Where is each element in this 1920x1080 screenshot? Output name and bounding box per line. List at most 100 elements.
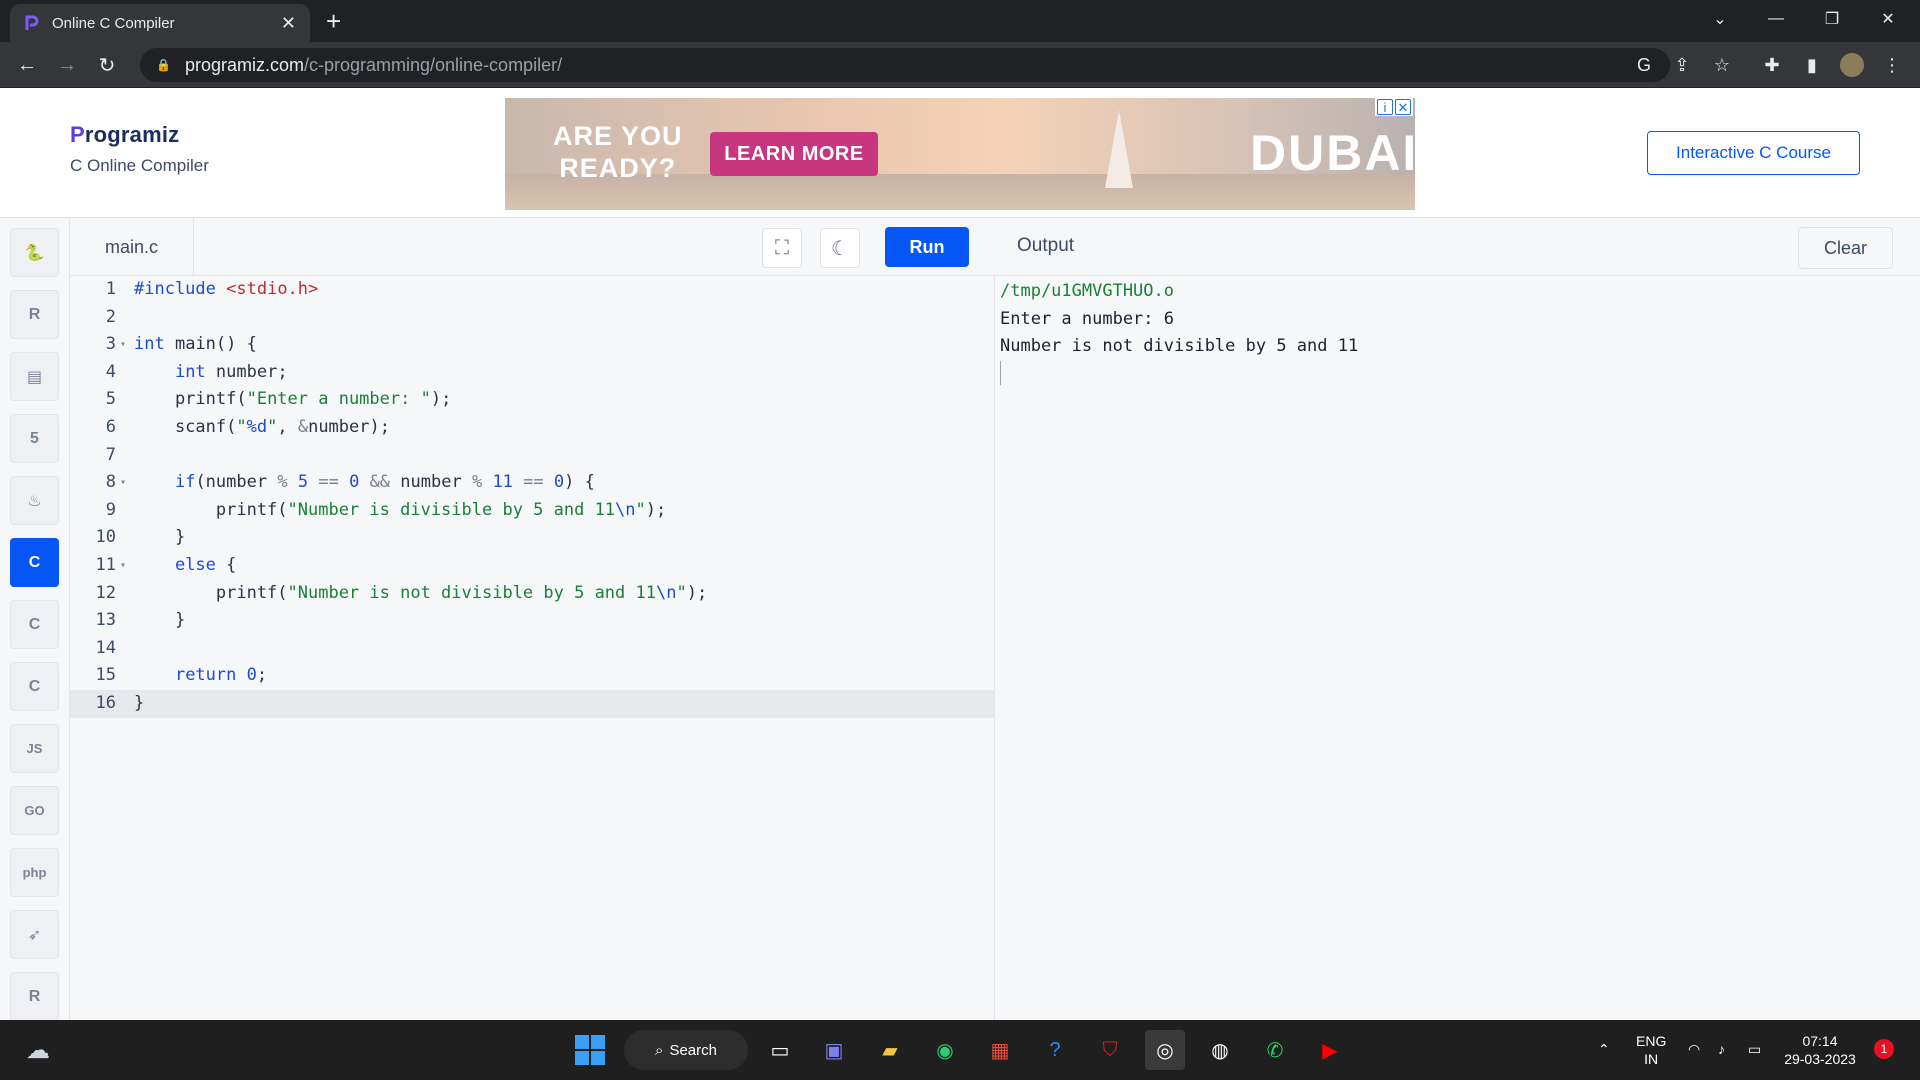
google-icon[interactable]: G — [1632, 53, 1656, 77]
language-indicator[interactable]: ENG IN — [1636, 1032, 1666, 1068]
chrome-icon[interactable]: ◎ — [1145, 1030, 1185, 1070]
search-label: Search — [669, 1041, 717, 1059]
code-line[interactable]: 3 ▾ int main() { — [70, 331, 995, 359]
language-html-icon[interactable]: 5 — [10, 414, 59, 463]
code-line[interactable]: 1 #include <stdio.h> — [70, 276, 995, 304]
taskbar-search[interactable]: ⌕ Search — [624, 1030, 748, 1070]
language-go-icon[interactable]: GO — [10, 786, 59, 835]
close-window-icon[interactable]: ✕ — [1860, 0, 1916, 38]
fold-gutter — [116, 635, 134, 663]
language-php-icon[interactable]: php — [10, 848, 59, 897]
extensions-icon[interactable]: ✚ — [1760, 53, 1784, 77]
line-number: 12 — [95, 582, 116, 603]
code-text: scanf("%d", &number); — [134, 416, 390, 437]
whatsapp-icon[interactable]: ✆ — [1255, 1030, 1295, 1070]
fold-arrow-icon[interactable]: ▾ — [116, 552, 134, 580]
code-line[interactable]: 12 printf("Number is not divisible by 5 … — [70, 580, 995, 608]
minimize-icon[interactable]: — — [1748, 0, 1804, 38]
language-csharp-icon[interactable]: C — [10, 662, 59, 711]
language-rust-icon[interactable]: R — [10, 972, 59, 1021]
code-area[interactable]: 1 #include <stdio.h> 2 3 ▾ int main() {4 int … — [70, 276, 995, 718]
clock[interactable]: 07:14 29-03-2023 — [1780, 1032, 1860, 1068]
youtube-icon[interactable]: ▶ — [1310, 1030, 1350, 1070]
wifi-icon[interactable]: ◠ — [1688, 1040, 1700, 1058]
language-c-icon[interactable]: C — [10, 538, 59, 587]
tray-overflow-icon[interactable]: ⌃ — [1598, 1040, 1610, 1058]
file-tab[interactable]: main.c — [70, 218, 194, 276]
code-line[interactable]: 5 printf("Enter a number: "); — [70, 386, 995, 414]
menu-kebab-icon[interactable]: ⋮ — [1880, 53, 1904, 77]
notification-badge[interactable]: 1 — [1874, 1039, 1894, 1059]
github-icon[interactable]: ◍ — [1200, 1030, 1240, 1070]
ad-learn-more-button[interactable]: LEARN MORE — [710, 132, 878, 176]
dark-mode-icon[interactable]: ☾ — [820, 228, 860, 268]
teams-chat-icon[interactable]: ▣ — [814, 1030, 854, 1070]
line-number: 14 — [95, 637, 116, 658]
ad-close-icon[interactable]: ✕ — [1395, 99, 1411, 115]
back-icon[interactable]: ← — [12, 50, 42, 80]
code-line[interactable]: 9 printf("Number is divisible by 5 and 1… — [70, 497, 995, 525]
browser-titlebar: Online C Compiler ✕ + ⌄ — ❐ ✕ — [0, 0, 1920, 42]
side-panel-icon[interactable]: ▮ — [1800, 53, 1824, 77]
language-js-icon[interactable]: JS — [10, 724, 59, 773]
store-icon[interactable]: ▦ — [980, 1030, 1020, 1070]
ad-info-icon[interactable]: i — [1377, 99, 1393, 115]
code-line[interactable]: 11 ▾ else { — [70, 552, 995, 580]
line-number: 6 — [105, 416, 116, 437]
code-line[interactable]: 7 — [70, 442, 995, 470]
share-icon[interactable]: ⇪ — [1670, 53, 1694, 77]
code-line[interactable]: 4 int number; — [70, 359, 995, 387]
fold-arrow-icon[interactable]: ▾ — [116, 331, 134, 359]
language-cpp-icon[interactable]: C — [10, 600, 59, 649]
volume-icon[interactable]: ♪ — [1718, 1040, 1725, 1058]
browser-tab[interactable]: Online C Compiler ✕ — [10, 4, 310, 42]
code-editor-panel: main.c ⛶ ☾ Run 1 #include <stdio.h> 2 3 ▾ int… — [70, 218, 995, 1020]
battery-icon[interactable]: ▭ — [1748, 1040, 1761, 1058]
bookmark-star-icon[interactable]: ☆ — [1710, 53, 1734, 77]
code-line[interactable]: 8 ▾ if(number % 5 == 0 && number % 11 == … — [70, 469, 995, 497]
weather-icon[interactable]: ☁ — [18, 1030, 58, 1070]
code-line[interactable]: 14 — [70, 635, 995, 663]
start-icon[interactable] — [570, 1030, 610, 1070]
language-java-icon[interactable]: ♨ — [10, 476, 59, 525]
clear-button[interactable]: Clear — [1798, 227, 1893, 269]
language-swift-icon[interactable]: ➶ — [10, 910, 59, 959]
code-text: printf("Number is divisible by 5 and 11\… — [134, 499, 667, 520]
code-text: } — [134, 692, 145, 713]
mcafee-icon[interactable]: ⛉ — [1090, 1030, 1130, 1070]
code-line[interactable]: 13 } — [70, 607, 995, 635]
help-icon[interactable]: ? — [1035, 1030, 1075, 1070]
ad-banner[interactable]: ARE YOU READY? LEARN MORE DUBAI i ✕ — [505, 98, 1415, 210]
code-line[interactable]: 10 } — [70, 524, 995, 552]
code-line[interactable]: 16} — [70, 689, 995, 718]
code-line[interactable]: 6 scanf("%d", &number); — [70, 414, 995, 442]
profile-avatar[interactable] — [1840, 53, 1864, 77]
ad-headline: ARE YOU READY? — [553, 121, 683, 183]
code-line[interactable]: 2 — [70, 304, 995, 332]
line-number: 3 — [105, 334, 116, 355]
run-button[interactable]: Run — [885, 227, 969, 267]
fold-arrow-icon[interactable]: ▾ — [116, 469, 134, 497]
code-line[interactable]: 15 return 0; — [70, 662, 995, 690]
brand[interactable]: Programiz C Online Compiler — [70, 122, 209, 176]
file-explorer-icon[interactable]: ▰ — [870, 1030, 910, 1070]
code-text: } — [134, 610, 186, 631]
interactive-course-button[interactable]: Interactive C Course — [1647, 131, 1860, 175]
language-python-icon[interactable]: 🐍 — [10, 228, 59, 277]
restore-icon[interactable]: ❐ — [1804, 0, 1860, 38]
ad-choices[interactable]: i ✕ — [1375, 98, 1413, 116]
tab-close-icon[interactable]: ✕ — [281, 14, 296, 32]
edge-icon[interactable]: ◉ — [925, 1030, 965, 1070]
forward-icon[interactable]: → — [52, 50, 82, 80]
language-sql-icon[interactable]: ▤ — [10, 352, 59, 401]
output-console[interactable]: /tmp/u1GMVGTHUO.o Enter a number: 6 Numb… — [1000, 278, 1358, 361]
tab-search-icon[interactable]: ⌄ — [1692, 0, 1748, 38]
new-tab-button[interactable]: + — [326, 6, 341, 36]
language-r-icon[interactable]: R — [10, 290, 59, 339]
reload-icon[interactable]: ↻ — [92, 50, 122, 80]
output-line: /tmp/u1GMVGTHUO.o — [1000, 281, 1174, 301]
task-view-icon[interactable]: ▭ — [760, 1030, 800, 1070]
fullscreen-icon[interactable]: ⛶ — [762, 228, 802, 268]
address-bar[interactable]: 🔒 programiz.com /c-programming/online-co… — [140, 48, 1670, 82]
code-text: printf("Enter a number: "); — [134, 389, 452, 410]
